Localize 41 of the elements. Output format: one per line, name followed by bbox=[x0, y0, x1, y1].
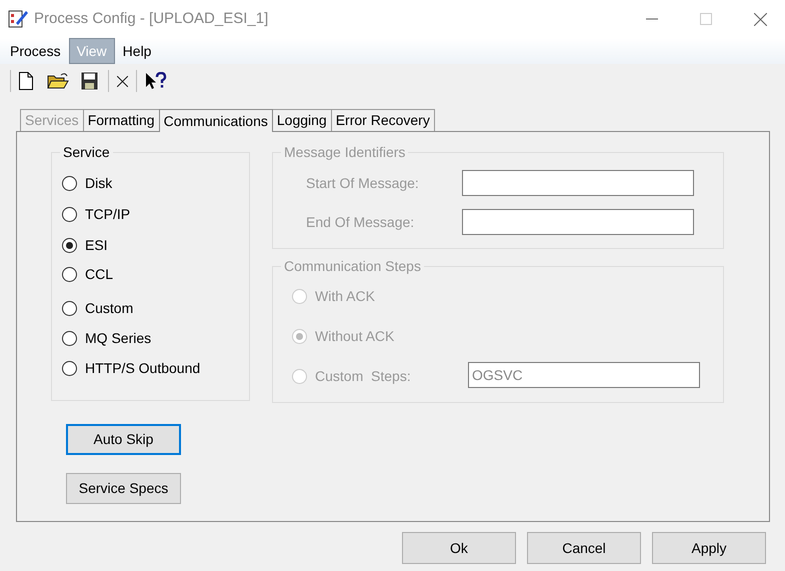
help-pointer-icon[interactable] bbox=[145, 72, 167, 90]
open-folder-icon[interactable] bbox=[47, 72, 69, 90]
app-icon bbox=[8, 9, 28, 29]
radio-button[interactable] bbox=[62, 266, 77, 282]
save-icon[interactable] bbox=[81, 72, 98, 90]
tab[interactable]: Communications bbox=[158, 109, 273, 132]
new-file-icon[interactable] bbox=[19, 72, 33, 90]
menu-item[interactable]: Process bbox=[2, 38, 69, 64]
dialog-button[interactable]: Cancel bbox=[527, 532, 641, 564]
tab[interactable]: Formatting bbox=[82, 109, 160, 131]
window-title: Process Config - [UPLOAD_ESI_1] bbox=[34, 8, 268, 29]
radio-button[interactable] bbox=[62, 300, 77, 316]
action-button[interactable]: Service Specs bbox=[66, 473, 181, 504]
field-label: Start Of Message: bbox=[306, 174, 420, 193]
option-label: Disk bbox=[85, 174, 112, 192]
option-label: CCL bbox=[85, 264, 114, 284]
menu-item[interactable]: Help bbox=[114, 38, 160, 64]
delete-icon[interactable] bbox=[117, 76, 128, 86]
radio-button[interactable] bbox=[62, 238, 77, 252]
option-label: With ACK bbox=[315, 286, 375, 306]
radio-button[interactable] bbox=[62, 330, 77, 346]
tab[interactable]: Error Recovery bbox=[330, 109, 435, 131]
option-label: Without ACK bbox=[315, 326, 394, 346]
tab[interactable]: Logging bbox=[272, 109, 332, 131]
dialog-button[interactable]: Ok bbox=[402, 532, 516, 564]
option-label: Custom Steps: bbox=[315, 366, 412, 386]
dialog-button[interactable]: Apply bbox=[652, 532, 766, 564]
group-title: Communication Steps bbox=[281, 258, 424, 274]
action-button[interactable]: Auto Skip bbox=[66, 424, 181, 455]
radio-button[interactable] bbox=[62, 360, 77, 376]
option-label: HTTP/S Outbound bbox=[85, 358, 200, 378]
radio-button[interactable] bbox=[62, 176, 77, 190]
radio-button[interactable] bbox=[62, 206, 77, 222]
group-title: Service bbox=[60, 144, 113, 160]
option-label: TCP/IP bbox=[85, 204, 130, 224]
close-icon[interactable] bbox=[754, 12, 767, 26]
option-label: Custom bbox=[85, 298, 134, 318]
group-title: Message Identifiers bbox=[281, 144, 408, 160]
option-label: MQ Series bbox=[85, 328, 152, 348]
option-label: ESI bbox=[85, 236, 108, 254]
field-label: End Of Message: bbox=[306, 212, 416, 232]
